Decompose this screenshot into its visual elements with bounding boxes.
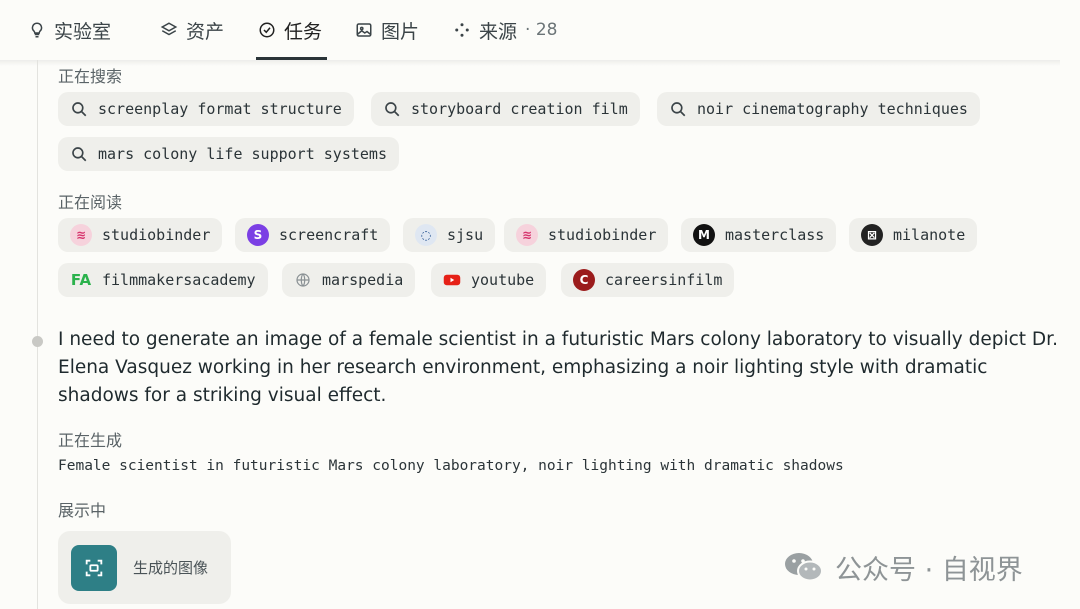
search-query-chip[interactable]: noir cinematography techniques: [657, 92, 980, 126]
source-chip[interactable]: ◌ sjsu: [403, 218, 496, 252]
sources-icon: [455, 23, 469, 37]
generating-label: 正在生成: [58, 431, 123, 450]
header-shadow: [0, 60, 1060, 66]
watermark: 公众号 · 自视界: [783, 549, 1023, 586]
source-name: screencraft: [279, 226, 379, 244]
source-chip[interactable]: S screencraft: [235, 218, 391, 252]
source-chip[interactable]: ⊠ milanote: [849, 218, 978, 252]
source-chip[interactable]: M masterclass: [681, 218, 837, 252]
studiobinder-icon: ≋: [70, 224, 92, 246]
search-query-chip[interactable]: screenplay format structure: [58, 92, 354, 126]
source-name: studiobinder: [102, 226, 211, 244]
search-query-text: noir cinematography techniques: [697, 100, 968, 118]
search-icon: [72, 102, 87, 117]
screencraft-icon: S: [247, 224, 269, 246]
tab-images[interactable]: 图片: [355, 0, 419, 60]
source-chip[interactable]: youtube: [431, 263, 547, 297]
generation-prompt: Female scientist in futuristic Mars colo…: [58, 458, 844, 474]
tab-sources[interactable]: 来源 · 28: [453, 0, 557, 60]
check-circle-icon: [259, 22, 275, 38]
tab-label: 资产: [186, 20, 225, 43]
source-name: filmmakersacademy: [102, 271, 256, 289]
tab-assets[interactable]: 资产: [160, 0, 224, 60]
timeline-line: [37, 60, 38, 609]
tab-label: 来源: [479, 20, 518, 43]
masterclass-icon: M: [693, 224, 715, 246]
search-icon: [385, 102, 400, 117]
assistant-message: I need to generate an image of a female …: [58, 329, 1058, 406]
search-query-chip[interactable]: storyboard creation film: [371, 92, 640, 126]
tab-label: 图片: [381, 20, 420, 43]
source-name: masterclass: [725, 226, 825, 244]
source-chip[interactable]: ≋ studiobinder: [58, 218, 223, 252]
generated-image-label: 生成的图像: [133, 559, 209, 577]
milanote-icon: ⊠: [861, 224, 883, 246]
studiobinder-icon: ≋: [516, 224, 538, 246]
tab-bar: 实验室 资产 任务 图片 来源 · 28: [0, 0, 1080, 60]
youtube-icon: [443, 274, 461, 286]
wechat-icon: [785, 553, 823, 582]
sjsu-icon: ◌: [415, 224, 437, 246]
watermark-text: 公众号 · 自视界: [835, 554, 1023, 586]
generated-image-thumb: [71, 544, 117, 591]
search-icon: [72, 147, 87, 162]
tab-tasks[interactable]: 任务: [258, 0, 322, 60]
lightbulb-icon: [31, 22, 43, 38]
source-name: milanote: [893, 226, 966, 244]
source-name: careersinfilm: [605, 271, 723, 289]
filmmakersacademy-icon: FA: [70, 271, 92, 289]
source-name: marspedia: [322, 271, 404, 289]
search-query-text: storyboard creation film: [411, 100, 628, 118]
source-chip[interactable]: C careersinfilm: [561, 263, 735, 297]
source-name: sjsu: [447, 226, 484, 244]
showing-label: 展示中: [58, 501, 107, 520]
layers-icon: [160, 22, 178, 36]
source-name: studiobinder: [548, 226, 657, 244]
search-query-text: mars colony life support systems: [98, 145, 387, 163]
source-name: youtube: [471, 271, 535, 289]
sources-count: · 28: [525, 20, 558, 40]
tab-label: 实验室: [54, 20, 112, 43]
source-chip[interactable]: marspedia: [282, 263, 416, 297]
search-icon: [671, 102, 686, 117]
tab-label: 任务: [284, 20, 323, 43]
reading-label: 正在阅读: [58, 193, 123, 212]
source-chip[interactable]: FA filmmakersacademy: [58, 263, 268, 297]
timeline-dot: [32, 336, 43, 347]
tab-lab[interactable]: 实验室: [28, 0, 111, 60]
source-chip[interactable]: ≋ studiobinder: [504, 218, 669, 252]
careersinfilm-icon: C: [573, 269, 595, 291]
image-frame-icon: [85, 559, 103, 576]
image-icon: [356, 23, 372, 37]
search-query-text: screenplay format structure: [98, 100, 342, 118]
globe-icon: [296, 273, 310, 287]
search-query-chip[interactable]: mars colony life support systems: [58, 137, 399, 171]
generated-image-card[interactable]: 生成的图像: [58, 531, 231, 604]
searching-label: 正在搜索: [58, 67, 123, 86]
